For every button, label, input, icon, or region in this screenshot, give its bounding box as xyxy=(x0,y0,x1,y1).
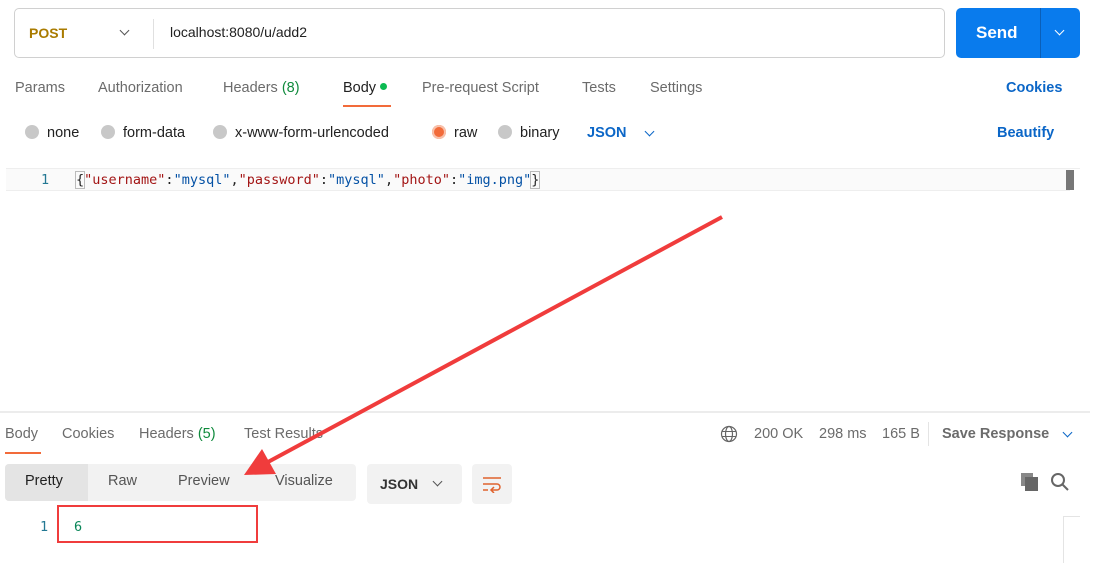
annotation-arrow-icon xyxy=(244,215,723,475)
